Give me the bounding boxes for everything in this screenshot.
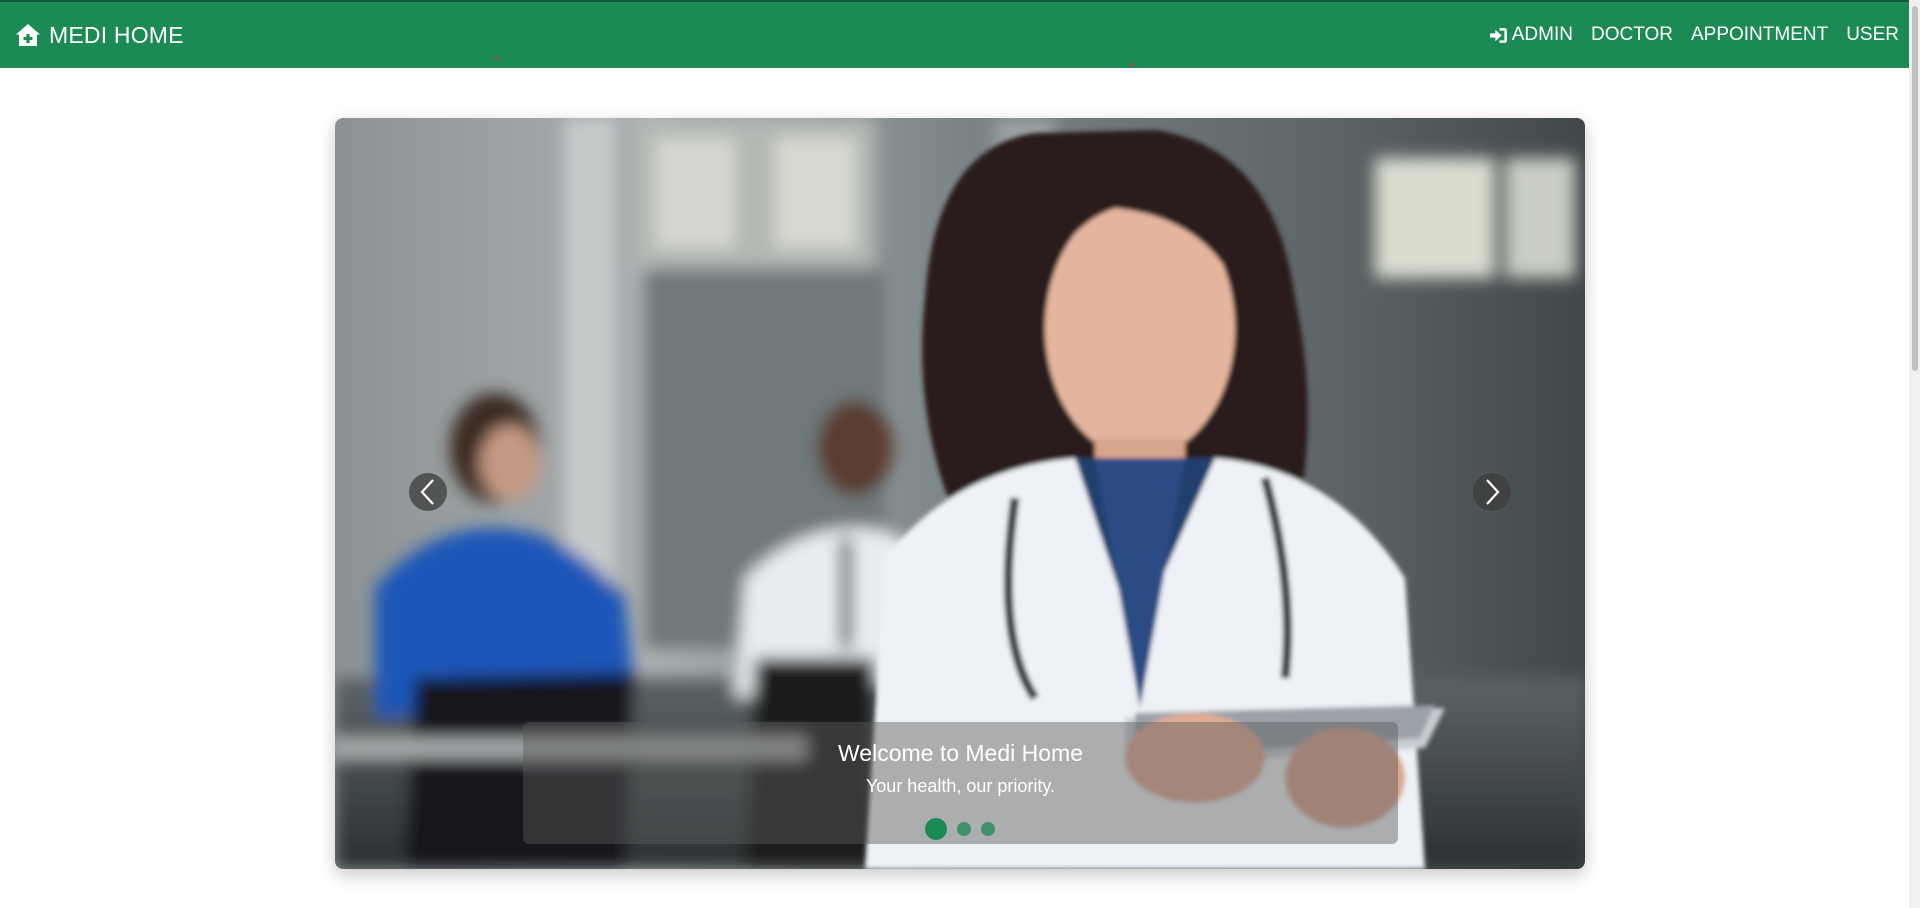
stray-dot [495, 57, 498, 60]
nav-label-doctor: DOCTOR [1590, 24, 1673, 45]
nav-link-user[interactable]: USER [1837, 24, 1908, 46]
carousel-indicators [335, 818, 1585, 840]
hero-carousel: Welcome to Medi Home Your health, our pr… [335, 118, 1585, 869]
page-scrollbar[interactable] [1909, 0, 1920, 908]
brand-link[interactable]: MEDI HOME [14, 21, 184, 49]
nav-link-admin[interactable]: ADMIN [1479, 24, 1582, 46]
carousel-indicator-2[interactable] [957, 822, 971, 836]
sign-in-icon [1489, 27, 1507, 43]
caption-title: Welcome to Medi Home [838, 740, 1083, 766]
carousel-next-button[interactable] [1473, 473, 1511, 511]
nav-links: ADMIN DOCTOR APPOINTMENT USER [1479, 24, 1908, 46]
nav-label-user: USER [1846, 24, 1899, 45]
chevron-right-icon [1486, 479, 1500, 505]
scrollbar-thumb[interactable] [1912, 6, 1918, 371]
carousel-prev-button[interactable] [409, 473, 447, 511]
top-navbar: MEDI HOME ADMIN DOCTOR APPOINTMENT USER [0, 0, 1920, 68]
nav-link-doctor[interactable]: DOCTOR [1582, 24, 1682, 46]
nav-link-appointment[interactable]: APPOINTMENT [1682, 24, 1837, 46]
nav-label-admin: ADMIN [1511, 24, 1573, 45]
carousel-indicator-1[interactable] [925, 818, 947, 840]
brand-name: MEDI HOME [49, 21, 184, 48]
home-plus-icon [16, 24, 40, 46]
stray-dot [1131, 63, 1134, 66]
carousel-indicator-3[interactable] [981, 822, 995, 836]
nav-label-appointment: APPOINTMENT [1690, 24, 1829, 45]
caption-subtitle: Your health, our priority. [865, 776, 1056, 796]
chevron-left-icon [420, 479, 434, 505]
